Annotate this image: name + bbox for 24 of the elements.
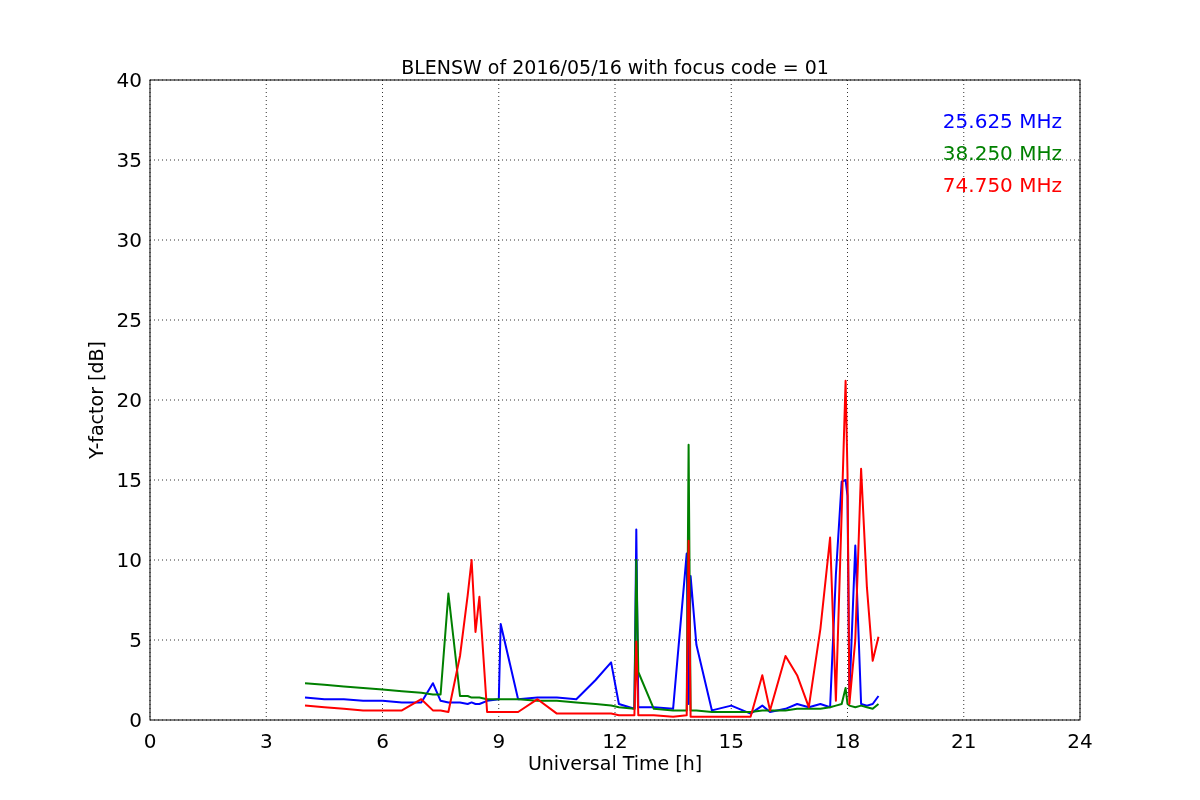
tick-label: 30 [116,228,142,252]
y-axis-label: Y-factor [dB] [85,341,107,459]
tick-label: 18 [834,729,861,753]
legend-label: 38.250 MHz [942,141,1062,165]
tick-label: 15 [116,468,142,492]
tick-label: 20 [116,388,142,412]
tick-label: 0 [129,708,142,732]
tick-label: 12 [602,729,628,753]
tick-label: 24 [1067,729,1093,753]
chart-title: BLENSW of 2016/05/16 with focus code = 01 [401,56,829,78]
tick-label: 5 [129,628,142,652]
legend-label: 25.625 MHz [942,109,1062,133]
tick-label: 35 [116,148,142,172]
tick-label: 25 [116,308,142,332]
tick-label: 15 [718,729,744,753]
tick-label: 3 [259,729,273,753]
x-axis-label: Universal Time [h] [527,752,703,774]
legend-label: 74.750 MHz [942,173,1062,197]
tick-label: 40 [116,68,142,92]
tick-label: 6 [376,729,389,753]
tick-label: 10 [116,548,142,572]
tick-label: 0 [143,729,157,753]
tick-label: 9 [492,729,506,753]
tick-label: 21 [951,729,977,753]
